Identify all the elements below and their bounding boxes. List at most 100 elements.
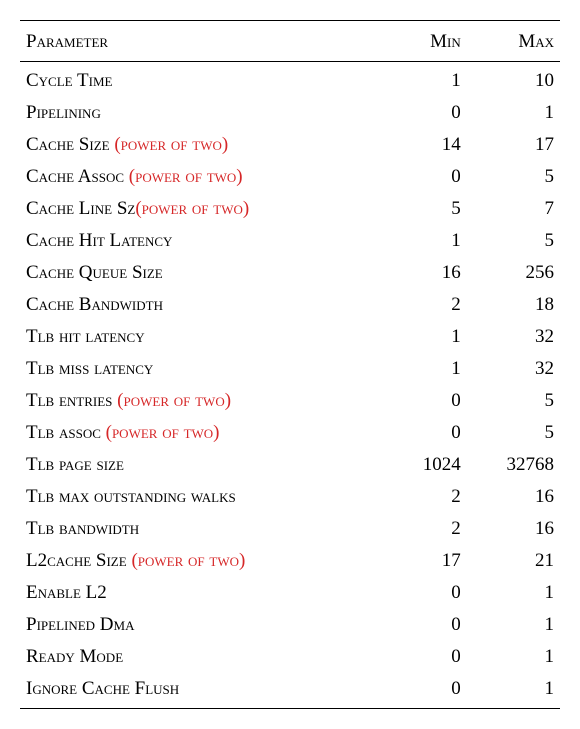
min-cell: 1 bbox=[388, 225, 466, 257]
table-row: Tlb bandwidth216 bbox=[20, 513, 560, 545]
min-cell: 5 bbox=[388, 193, 466, 225]
table-row: Tlb page size 102432768 bbox=[20, 449, 560, 481]
param-name: Tlb bandwidth bbox=[26, 518, 139, 539]
max-cell: 32 bbox=[467, 353, 560, 385]
power-of-two-note: (power of two) bbox=[117, 390, 231, 411]
param-cell: Ignore Cache Flush bbox=[20, 673, 388, 709]
param-cell: Tlb entries (power of two) bbox=[20, 385, 388, 417]
max-cell: 16 bbox=[467, 481, 560, 513]
min-cell: 0 bbox=[388, 417, 466, 449]
param-name: Cache Assoc bbox=[26, 166, 129, 187]
table-row: Cache Bandwidth218 bbox=[20, 289, 560, 321]
param-name: Tlb assoc bbox=[26, 422, 106, 443]
min-cell: 1 bbox=[388, 353, 466, 385]
min-cell: 2 bbox=[388, 481, 466, 513]
param-cell: Pipelined Dma bbox=[20, 609, 388, 641]
min-cell: 0 bbox=[388, 97, 466, 129]
param-cell: Cache Bandwidth bbox=[20, 289, 388, 321]
min-cell: 1024 bbox=[388, 449, 466, 481]
param-cell: Pipelining bbox=[20, 97, 388, 129]
param-cell: Tlb hit latency bbox=[20, 321, 388, 353]
param-cell: Cache Assoc (power of two) bbox=[20, 161, 388, 193]
param-cell: Tlb page size bbox=[20, 449, 388, 481]
min-cell: 17 bbox=[388, 545, 466, 577]
max-cell: 5 bbox=[467, 417, 560, 449]
param-name: Tlb miss latency bbox=[26, 358, 153, 379]
max-cell: 21 bbox=[467, 545, 560, 577]
param-name: Tlb page size bbox=[26, 454, 124, 475]
param-name: Cache Queue Size bbox=[26, 262, 163, 283]
param-name: Enable L2 bbox=[26, 582, 107, 603]
max-cell: 32 bbox=[467, 321, 560, 353]
max-cell: 17 bbox=[467, 129, 560, 161]
param-cell: Cache Line Sz(power of two) bbox=[20, 193, 388, 225]
min-cell: 0 bbox=[388, 673, 466, 709]
parameters-table: Parameter Min Max Cycle Time110Pipelinin… bbox=[20, 20, 560, 709]
table-row: Cache Hit Latency 15 bbox=[20, 225, 560, 257]
max-cell: 5 bbox=[467, 385, 560, 417]
table-row: Ignore Cache Flush 01 bbox=[20, 673, 560, 709]
param-cell: Ready Mode bbox=[20, 641, 388, 673]
table-row: Pipelining 01 bbox=[20, 97, 560, 129]
param-cell: Tlb miss latency bbox=[20, 353, 388, 385]
max-cell: 1 bbox=[467, 673, 560, 709]
param-cell: Tlb bandwidth bbox=[20, 513, 388, 545]
param-name: Pipelining bbox=[26, 102, 101, 123]
param-cell: Cache Queue Size bbox=[20, 257, 388, 289]
param-name: Cache Size bbox=[26, 134, 114, 155]
table-row: Tlb max outstanding walks 216 bbox=[20, 481, 560, 513]
table-row: Ready Mode01 bbox=[20, 641, 560, 673]
param-name: Cache Hit Latency bbox=[26, 230, 172, 251]
param-name: Cache Line Sz bbox=[26, 198, 135, 219]
max-cell: 256 bbox=[467, 257, 560, 289]
min-cell: 0 bbox=[388, 385, 466, 417]
param-name: Ignore Cache Flush bbox=[26, 678, 179, 699]
param-cell: Cycle Time bbox=[20, 62, 388, 98]
max-cell: 16 bbox=[467, 513, 560, 545]
max-cell: 1 bbox=[467, 97, 560, 129]
max-cell: 1 bbox=[467, 609, 560, 641]
min-cell: 0 bbox=[388, 641, 466, 673]
table-row: Tlb hit latency 132 bbox=[20, 321, 560, 353]
table-row: Cache Queue Size 16256 bbox=[20, 257, 560, 289]
param-cell: L2cache Size (power of two) bbox=[20, 545, 388, 577]
param-name: Tlb max outstanding walks bbox=[26, 486, 236, 507]
min-cell: 16 bbox=[388, 257, 466, 289]
min-cell: 2 bbox=[388, 289, 466, 321]
table-row: Tlb miss latency 132 bbox=[20, 353, 560, 385]
param-name: Ready Mode bbox=[26, 646, 123, 667]
max-cell: 5 bbox=[467, 225, 560, 257]
min-cell: 1 bbox=[388, 321, 466, 353]
param-name: Tlb entries bbox=[26, 390, 117, 411]
param-cell: Cache Hit Latency bbox=[20, 225, 388, 257]
max-cell: 7 bbox=[467, 193, 560, 225]
table-row: Cache Assoc (power of two)05 bbox=[20, 161, 560, 193]
table-body: Cycle Time110Pipelining01Cache Size (pow… bbox=[20, 62, 560, 709]
table-row: Enable L201 bbox=[20, 577, 560, 609]
power-of-two-note: (power of two) bbox=[114, 134, 228, 155]
param-cell: Tlb max outstanding walks bbox=[20, 481, 388, 513]
col-header-max: Max bbox=[467, 21, 560, 62]
power-of-two-note: (power of two) bbox=[106, 422, 220, 443]
max-cell: 32768 bbox=[467, 449, 560, 481]
min-cell: 14 bbox=[388, 129, 466, 161]
table-row: Cache Line Sz(power of two)57 bbox=[20, 193, 560, 225]
table-row: Tlb assoc (power of two)05 bbox=[20, 417, 560, 449]
power-of-two-note: (power of two) bbox=[135, 198, 249, 219]
min-cell: 0 bbox=[388, 161, 466, 193]
param-cell: Tlb assoc (power of two) bbox=[20, 417, 388, 449]
table-row: Pipelined Dma 01 bbox=[20, 609, 560, 641]
table-row: Cycle Time110 bbox=[20, 62, 560, 98]
param-name: Cycle Time bbox=[26, 70, 112, 91]
table-row: Cache Size (power of two)1417 bbox=[20, 129, 560, 161]
param-name: L2cache Size bbox=[26, 550, 131, 571]
min-cell: 1 bbox=[388, 62, 466, 98]
param-name: Tlb hit latency bbox=[26, 326, 145, 347]
param-cell: Enable L2 bbox=[20, 577, 388, 609]
table-row: L2cache Size (power of two)1721 bbox=[20, 545, 560, 577]
col-header-parameter: Parameter bbox=[20, 21, 388, 62]
power-of-two-note: (power of two) bbox=[129, 166, 243, 187]
min-cell: 0 bbox=[388, 609, 466, 641]
param-cell: Cache Size (power of two) bbox=[20, 129, 388, 161]
param-name: Pipelined Dma bbox=[26, 614, 134, 635]
